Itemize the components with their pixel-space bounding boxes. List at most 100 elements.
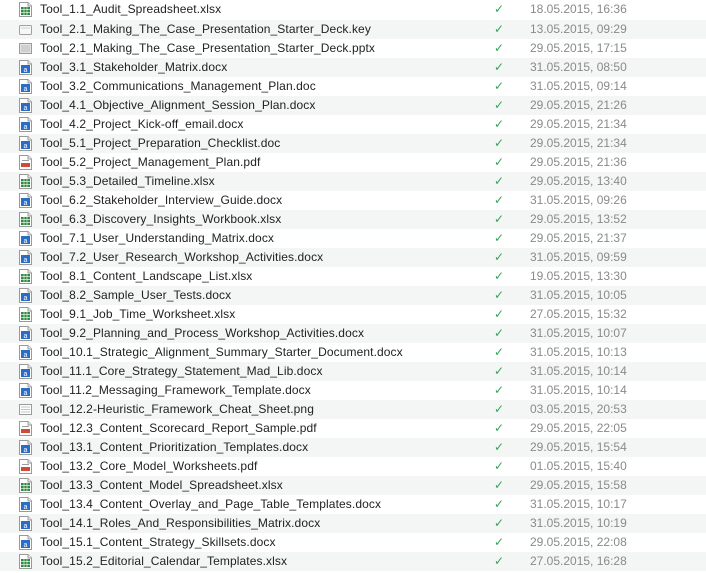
file-name[interactable]: Tool_8.1_Content_Landscape_List.xlsx (40, 269, 252, 283)
file-name[interactable]: Tool_4.1_Objective_Alignment_Session_Pla… (40, 98, 315, 112)
file-row[interactable]: Tool_2.1_Making_The_Case_Presentation_St… (0, 39, 706, 58)
file-row[interactable]: a Tool_11.2_Messaging_Framework_Template.… (0, 381, 706, 400)
date-modified: 29.05.2015, 13:52 (530, 212, 627, 226)
file-name[interactable]: Tool_2.1_Making_The_Case_Presentation_St… (40, 22, 371, 36)
spreadsheet-file-icon (19, 307, 32, 322)
date-modified: 29.05.2015, 15:58 (530, 478, 627, 492)
svg-text:a: a (24, 86, 28, 93)
word-document-icon: a (19, 98, 32, 113)
word-document-icon: a (19, 193, 32, 208)
svg-text:a: a (24, 257, 28, 264)
file-name[interactable]: Tool_12.2-Heuristic_Framework_Cheat_Shee… (40, 402, 314, 416)
file-name[interactable]: Tool_13.2_Core_Model_Worksheets.pdf (40, 459, 257, 473)
file-row[interactable]: Tool_13.3_Content_Model_Spreadsheet.xlsx… (0, 476, 706, 495)
file-row[interactable]: Tool_6.3_Discovery_Insights_Workbook.xls… (0, 210, 706, 229)
sync-status-icon: ✓ (494, 231, 505, 245)
file-name[interactable]: Tool_15.1_Content_Strategy_Skillsets.doc… (40, 535, 276, 549)
file-row[interactable]: a Tool_4.1_Objective_Alignment_Session_Pl… (0, 96, 706, 115)
sync-status-icon: ✓ (494, 307, 505, 321)
sync-status-icon: ✓ (494, 421, 505, 435)
date-modified: 31.05.2015, 10:17 (530, 497, 627, 511)
sync-status-icon: ✓ (494, 516, 505, 530)
file-row[interactable]: a Tool_15.1_Content_Strategy_Skillsets.do… (0, 533, 706, 552)
spreadsheet-file-icon (19, 2, 32, 17)
file-row[interactable]: a Tool_8.2_Sample_User_Tests.docx ✓ 31.05.2… (0, 286, 706, 305)
file-name[interactable]: Tool_3.2_Communications_Management_Plan.… (40, 79, 316, 93)
file-row[interactable]: a Tool_10.1_Strategic_Alignment_Summary_S… (0, 343, 706, 362)
file-name[interactable]: Tool_11.1_Core_Strategy_Statement_Mad_Li… (40, 364, 323, 378)
file-name[interactable]: Tool_12.3_Content_Scorecard_Report_Sampl… (40, 421, 317, 435)
date-modified: 29.05.2015, 21:34 (530, 136, 627, 150)
file-row[interactable]: Tool_9.1_Job_Time_Worksheet.xlsx ✓ 27.05.2… (0, 305, 706, 324)
file-name[interactable]: Tool_2.1_Making_The_Case_Presentation_St… (40, 41, 375, 55)
file-row[interactable]: Tool_12.2-Heuristic_Framework_Cheat_Shee… (0, 400, 706, 419)
date-modified: 29.05.2015, 15:54 (530, 440, 627, 454)
word-document-icon: a (19, 250, 32, 265)
file-name[interactable]: Tool_10.1_Strategic_Alignment_Summary_St… (40, 345, 403, 359)
file-row[interactable]: a Tool_7.1_User_Understanding_Matrix.docx… (0, 229, 706, 248)
sync-status-icon: ✓ (494, 269, 505, 283)
file-name[interactable]: Tool_13.4_Content_Overlay_and_Page_Table… (40, 497, 381, 511)
sync-status-icon: ✓ (494, 345, 505, 359)
date-modified: 29.05.2015, 21:34 (530, 117, 627, 131)
sync-status-icon: ✓ (494, 174, 505, 188)
svg-text:a: a (24, 124, 28, 131)
spreadsheet-file-icon (19, 554, 32, 569)
file-list: Tool_1.1_Audit_Spreadsheet.xlsx ✓ 18.05.20… (0, 0, 706, 571)
file-row[interactable]: Tool_15.2_Editorial_Calendar_Templates.x… (0, 552, 706, 571)
file-name[interactable]: Tool_5.3_Detailed_Timeline.xlsx (40, 174, 215, 188)
file-row[interactable]: Tool_1.1_Audit_Spreadsheet.xlsx ✓ 18.05.20… (0, 0, 706, 20)
file-row[interactable]: a Tool_13.4_Content_Overlay_and_Page_Tabl… (0, 495, 706, 514)
svg-text:a: a (24, 200, 28, 207)
file-row[interactable]: a Tool_14.1_Roles_And_Responsibilities_Ma… (0, 514, 706, 533)
date-modified: 01.05.2015, 15:40 (530, 459, 627, 473)
file-row[interactable]: a Tool_7.2_User_Research_Workshop_Activit… (0, 248, 706, 267)
file-row[interactable]: Tool_12.3_Content_Scorecard_Report_Sampl… (0, 419, 706, 438)
sync-status-icon: ✓ (494, 136, 505, 150)
date-modified: 13.05.2015, 09:29 (530, 22, 627, 36)
file-row[interactable]: Tool_5.3_Detailed_Timeline.xlsx ✓ 29.05.20… (0, 172, 706, 191)
sync-status-icon: ✓ (494, 326, 505, 340)
file-row[interactable]: a Tool_3.1_Stakeholder_Matrix.docx ✓ 31.05.… (0, 58, 706, 77)
file-row[interactable]: a Tool_11.1_Core_Strategy_Statement_Mad_L… (0, 362, 706, 381)
file-row[interactable]: a Tool_4.2_Project_Kick-off_email.docx ✓ 29… (0, 115, 706, 134)
date-modified: 31.05.2015, 09:26 (530, 193, 627, 207)
date-modified: 29.05.2015, 17:15 (530, 41, 627, 55)
file-row[interactable]: Tool_5.2_Project_Management_Plan.pdf ✓ 29.… (0, 153, 706, 172)
file-row[interactable]: a Tool_6.2_Stakeholder_Interview_Guide.do… (0, 191, 706, 210)
file-name[interactable]: Tool_9.1_Job_Time_Worksheet.xlsx (40, 307, 235, 321)
file-row[interactable]: Tool_8.1_Content_Landscape_List.xlsx ✓ 19.… (0, 267, 706, 286)
file-name[interactable]: Tool_6.2_Stakeholder_Interview_Guide.doc… (40, 193, 282, 207)
file-name[interactable]: Tool_8.2_Sample_User_Tests.docx (40, 288, 231, 302)
file-name[interactable]: Tool_7.1_User_Understanding_Matrix.docx (40, 231, 274, 245)
file-name[interactable]: Tool_11.2_Messaging_Framework_Template.d… (40, 383, 311, 397)
file-name[interactable]: Tool_3.1_Stakeholder_Matrix.docx (40, 60, 227, 74)
file-row[interactable]: Tool_2.1_Making_The_Case_Presentation_St… (0, 20, 706, 39)
sync-status-icon: ✓ (494, 459, 505, 473)
file-name[interactable]: Tool_6.3_Discovery_Insights_Workbook.xls… (40, 212, 281, 226)
file-name[interactable]: Tool_9.2_Planning_and_Process_Workshop_A… (40, 326, 364, 340)
file-name[interactable]: Tool_1.1_Audit_Spreadsheet.xlsx (40, 2, 221, 16)
file-row[interactable]: a Tool_13.1_Content_Prioritization_Templa… (0, 438, 706, 457)
sync-status-icon: ✓ (494, 288, 505, 302)
spreadsheet-file-icon (19, 269, 32, 284)
file-name[interactable]: Tool_5.1_Project_Preparation_Checklist.d… (40, 136, 280, 150)
file-row[interactable]: a Tool_5.1_Project_Preparation_Checklist.… (0, 134, 706, 153)
word-document-icon: a (19, 288, 32, 303)
date-modified: 31.05.2015, 10:13 (530, 345, 627, 359)
file-name[interactable]: Tool_5.2_Project_Management_Plan.pdf (40, 155, 260, 169)
sync-status-icon: ✓ (494, 155, 505, 169)
pdf-file-icon (19, 155, 32, 170)
word-document-icon: a (19, 60, 32, 75)
file-row[interactable]: a Tool_9.2_Planning_and_Process_Workshop_… (0, 324, 706, 343)
presentation-file-icon (19, 41, 32, 56)
sync-status-icon: ✓ (494, 212, 505, 226)
file-row[interactable]: a Tool_3.2_Communications_Management_Plan… (0, 77, 706, 96)
file-name[interactable]: Tool_13.3_Content_Model_Spreadsheet.xlsx (40, 478, 283, 492)
file-name[interactable]: Tool_14.1_Roles_And_Responsibilities_Mat… (40, 516, 320, 530)
file-name[interactable]: Tool_13.1_Content_Prioritization_Templat… (40, 440, 308, 454)
file-name[interactable]: Tool_4.2_Project_Kick-off_email.docx (40, 117, 244, 131)
file-row[interactable]: Tool_13.2_Core_Model_Worksheets.pdf ✓ 01.0… (0, 457, 706, 476)
file-name[interactable]: Tool_15.2_Editorial_Calendar_Templates.x… (40, 554, 287, 568)
file-name[interactable]: Tool_7.2_User_Research_Workshop_Activiti… (40, 250, 323, 264)
